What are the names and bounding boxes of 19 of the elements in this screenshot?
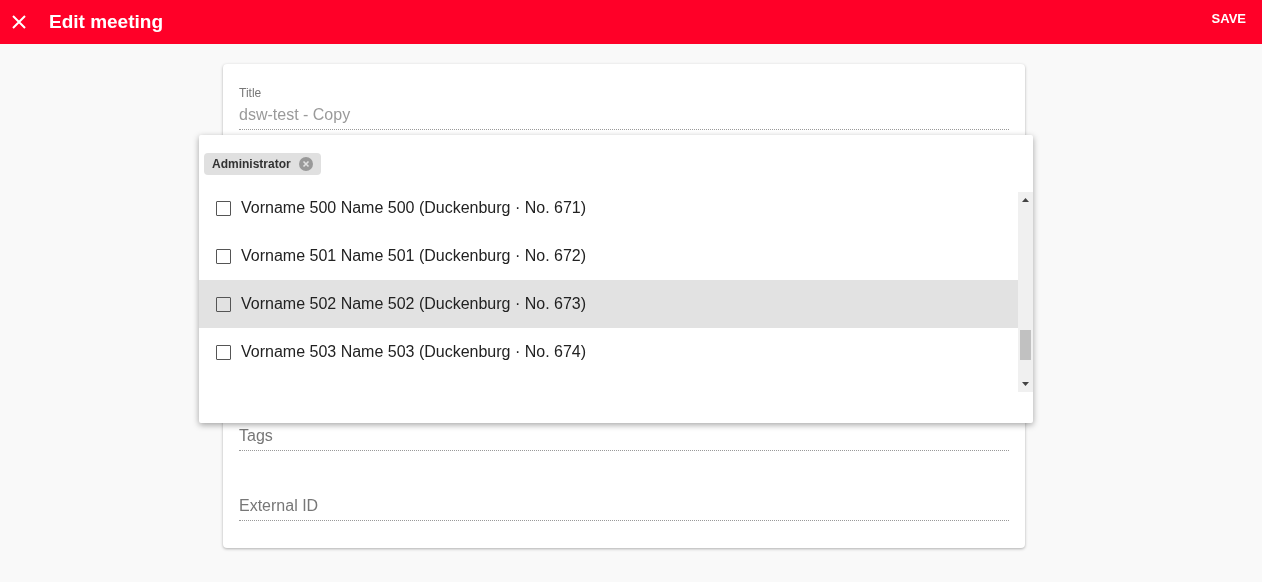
close-button[interactable] xyxy=(10,13,28,31)
role-chip[interactable]: Administrator xyxy=(204,153,321,175)
option-label: Vorname 502 Name 502 (Duckenburg · No. 673) xyxy=(241,295,587,313)
save-button[interactable]: SAVE xyxy=(1211,7,1246,30)
option-row[interactable]: Vorname 502 Name 502 (Duckenburg · No. 673) xyxy=(199,280,1018,328)
checkbox[interactable] xyxy=(216,248,231,264)
page-title: Edit meeting xyxy=(49,11,164,33)
scrollbar[interactable] xyxy=(1018,192,1033,392)
checkbox[interactable] xyxy=(216,296,231,312)
option-label: Vorname 500 Name 500 (Duckenburg · No. 671) xyxy=(241,199,587,217)
input-field[interactable]: External ID xyxy=(239,495,1009,517)
checkbox[interactable] xyxy=(216,200,231,216)
option-label: Vorname 503 Name 503 (Duckenburg · No. 674) xyxy=(241,343,587,361)
chip-label: Administrator xyxy=(212,157,291,171)
field-label: Title xyxy=(239,86,263,100)
checkbox[interactable] xyxy=(216,344,231,360)
input-field[interactable]: Tags xyxy=(239,425,1009,447)
close-icon xyxy=(10,13,28,31)
option-label: Vorname 501 Name 501 (Duckenburg · No. 672) xyxy=(241,247,587,265)
